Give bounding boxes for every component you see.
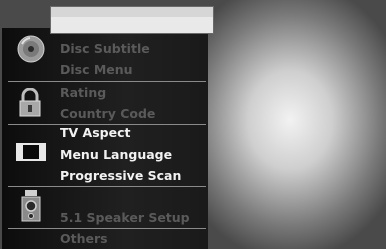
menu-item-tv-aspect[interactable]: TV Aspect [60,123,130,143]
divider [8,186,206,187]
tv-screen-icon [16,141,46,167]
setup-menu-panel: Disc Subtitle Disc Menu Rating Country C… [2,28,208,249]
menu-title-bar [50,6,214,34]
disc-icon [16,34,46,68]
menu-item-country-code[interactable]: Country Code [60,104,155,124]
divider [8,81,206,82]
menu-item-progressive-scan[interactable]: Progressive Scan [60,166,181,186]
menu-item-disc-menu[interactable]: Disc Menu [60,60,133,80]
menu-item-disc-subtitle[interactable]: Disc Subtitle [60,39,150,59]
menu-item-others[interactable]: Others [60,229,108,249]
menu-item-speaker-setup[interactable]: 5.1 Speaker Setup [60,208,190,228]
lock-icon [18,87,42,122]
menu-item-rating[interactable]: Rating [60,83,106,103]
menu-item-menu-language[interactable]: Menu Language [60,145,172,165]
title-bar-highlight [51,7,213,17]
speaker-icon [19,190,43,226]
